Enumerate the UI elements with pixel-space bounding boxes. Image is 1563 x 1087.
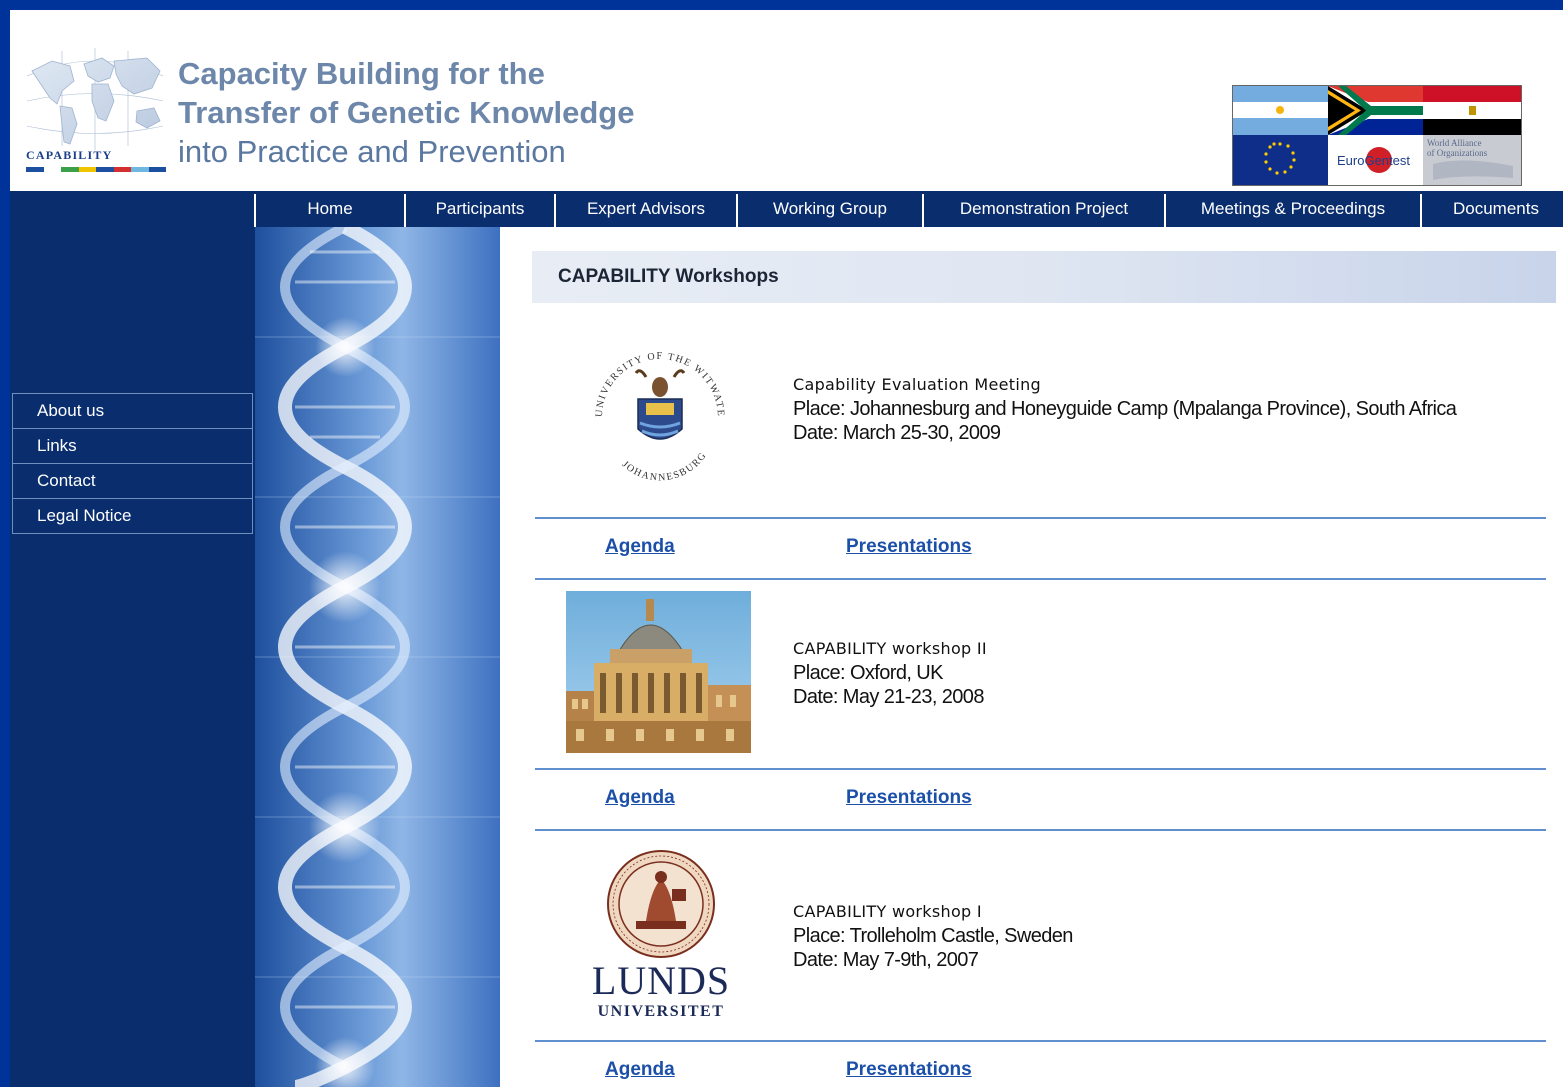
divider <box>535 517 1546 519</box>
main-content: CAPABILITY Workshops UNIVERSITY OF THE W… <box>500 227 1563 1087</box>
workshop-2-info: CAPABILITY workshop II Place: Oxford, UK… <box>793 637 1473 709</box>
lund-logo-word-2: UNIVERSITET <box>597 1003 725 1020</box>
site-title: Capacity Building for the Transfer of Ge… <box>178 54 634 171</box>
workshop-3-info: CAPABILITY workshop I Place: Trolleholm … <box>793 900 1473 972</box>
nav-home[interactable]: Home <box>256 191 404 227</box>
nav-demonstration-project[interactable]: Demonstration Project <box>924 191 1164 227</box>
divider <box>535 578 1546 580</box>
workshop-2-presentations-link[interactable]: Presentations <box>846 787 972 809</box>
site-title-line-1: Capacity Building for the <box>178 56 545 91</box>
workshop-3-date: Date: May 7-9th, 2007 <box>793 949 979 971</box>
divider <box>535 1040 1546 1042</box>
workshop-1-date: Date: March 25-30, 2009 <box>793 422 1001 444</box>
top-nav: Home Participants Expert Advisors Workin… <box>10 191 1563 227</box>
workshop-1-place: Place: Johannesburg and Honeyguide Camp … <box>793 398 1457 420</box>
sidebar-item-legal-notice[interactable]: Legal Notice <box>12 498 253 534</box>
wao-logo-line-2: of Organizations <box>1427 148 1488 158</box>
sidebar-item-links[interactable]: Links <box>12 428 253 463</box>
workshop-3-presentations-link[interactable]: Presentations <box>846 1059 972 1081</box>
nav-documents[interactable]: Documents <box>1422 191 1563 227</box>
nav-expert-advisors[interactable]: Expert Advisors <box>556 191 736 227</box>
lund-university-logo: LUNDS UNIVERSITET <box>586 845 736 1025</box>
nav-working-group[interactable]: Working Group <box>738 191 922 227</box>
world-map-logo <box>26 48 164 150</box>
workshop-2-title: CAPABILITY workshop II <box>793 639 987 658</box>
workshop-1-agenda-link[interactable]: Agenda <box>605 536 675 558</box>
logo-flag-strip <box>26 167 166 172</box>
workshop-3-place: Place: Trolleholm Castle, Sweden <box>793 925 1073 947</box>
nav-participants[interactable]: Participants <box>406 191 554 227</box>
lund-university-seal-icon <box>607 850 715 958</box>
site-title-line-3: into Practice and Prevention <box>178 134 566 169</box>
sidebar-item-contact[interactable]: Contact <box>12 463 253 498</box>
wits-university-seal-image: UNIVERSITY OF THE WITWATERSRAND JOHANNES… <box>580 337 725 484</box>
sidebar-menu: About us Links Contact Legal Notice <box>12 393 253 534</box>
workshop-2-place: Place: Oxford, UK <box>793 662 943 684</box>
workshop-2-agenda-link[interactable]: Agenda <box>605 787 675 809</box>
sidebar-item-about-us[interactable]: About us <box>12 393 253 428</box>
workshop-1-title: Capability Evaluation Meeting <box>793 375 1041 394</box>
nav-meetings-proceedings[interactable]: Meetings & Proceedings <box>1166 191 1420 227</box>
dna-helix-image <box>255 227 500 1087</box>
divider <box>535 768 1546 770</box>
divider <box>535 829 1546 831</box>
partner-flags-logo: EuroGentest World Alliance of Organizati… <box>1232 85 1522 186</box>
workshop-3-agenda-link[interactable]: Agenda <box>605 1059 675 1081</box>
left-column <box>10 227 255 1087</box>
capability-logo-text: CAPABILITY <box>26 148 113 162</box>
section-title: CAPABILITY Workshops <box>532 251 1556 303</box>
workshop-3-title: CAPABILITY workshop I <box>793 902 982 921</box>
wits-seal-text-bottom: JOHANNESBURG <box>620 450 709 484</box>
workshop-1-info: Capability Evaluation Meeting Place: Joh… <box>793 373 1473 445</box>
page-frame: CAPABILITY Capacity Building for the Tra… <box>10 10 1563 1087</box>
workshop-1-presentations-link[interactable]: Presentations <box>846 536 972 558</box>
site-header: CAPABILITY Capacity Building for the Tra… <box>10 10 1563 191</box>
workshop-2-date: Date: May 21-23, 2008 <box>793 686 984 708</box>
lund-logo-word-1: LUNDS <box>591 958 731 1003</box>
wao-logo-line-1: World Alliance <box>1427 138 1482 148</box>
eurogentest-logo-text: EuroGentest <box>1337 153 1410 168</box>
oxford-radcliffe-camera-image <box>566 591 751 753</box>
site-title-line-2: Transfer of Genetic Knowledge <box>178 95 635 130</box>
